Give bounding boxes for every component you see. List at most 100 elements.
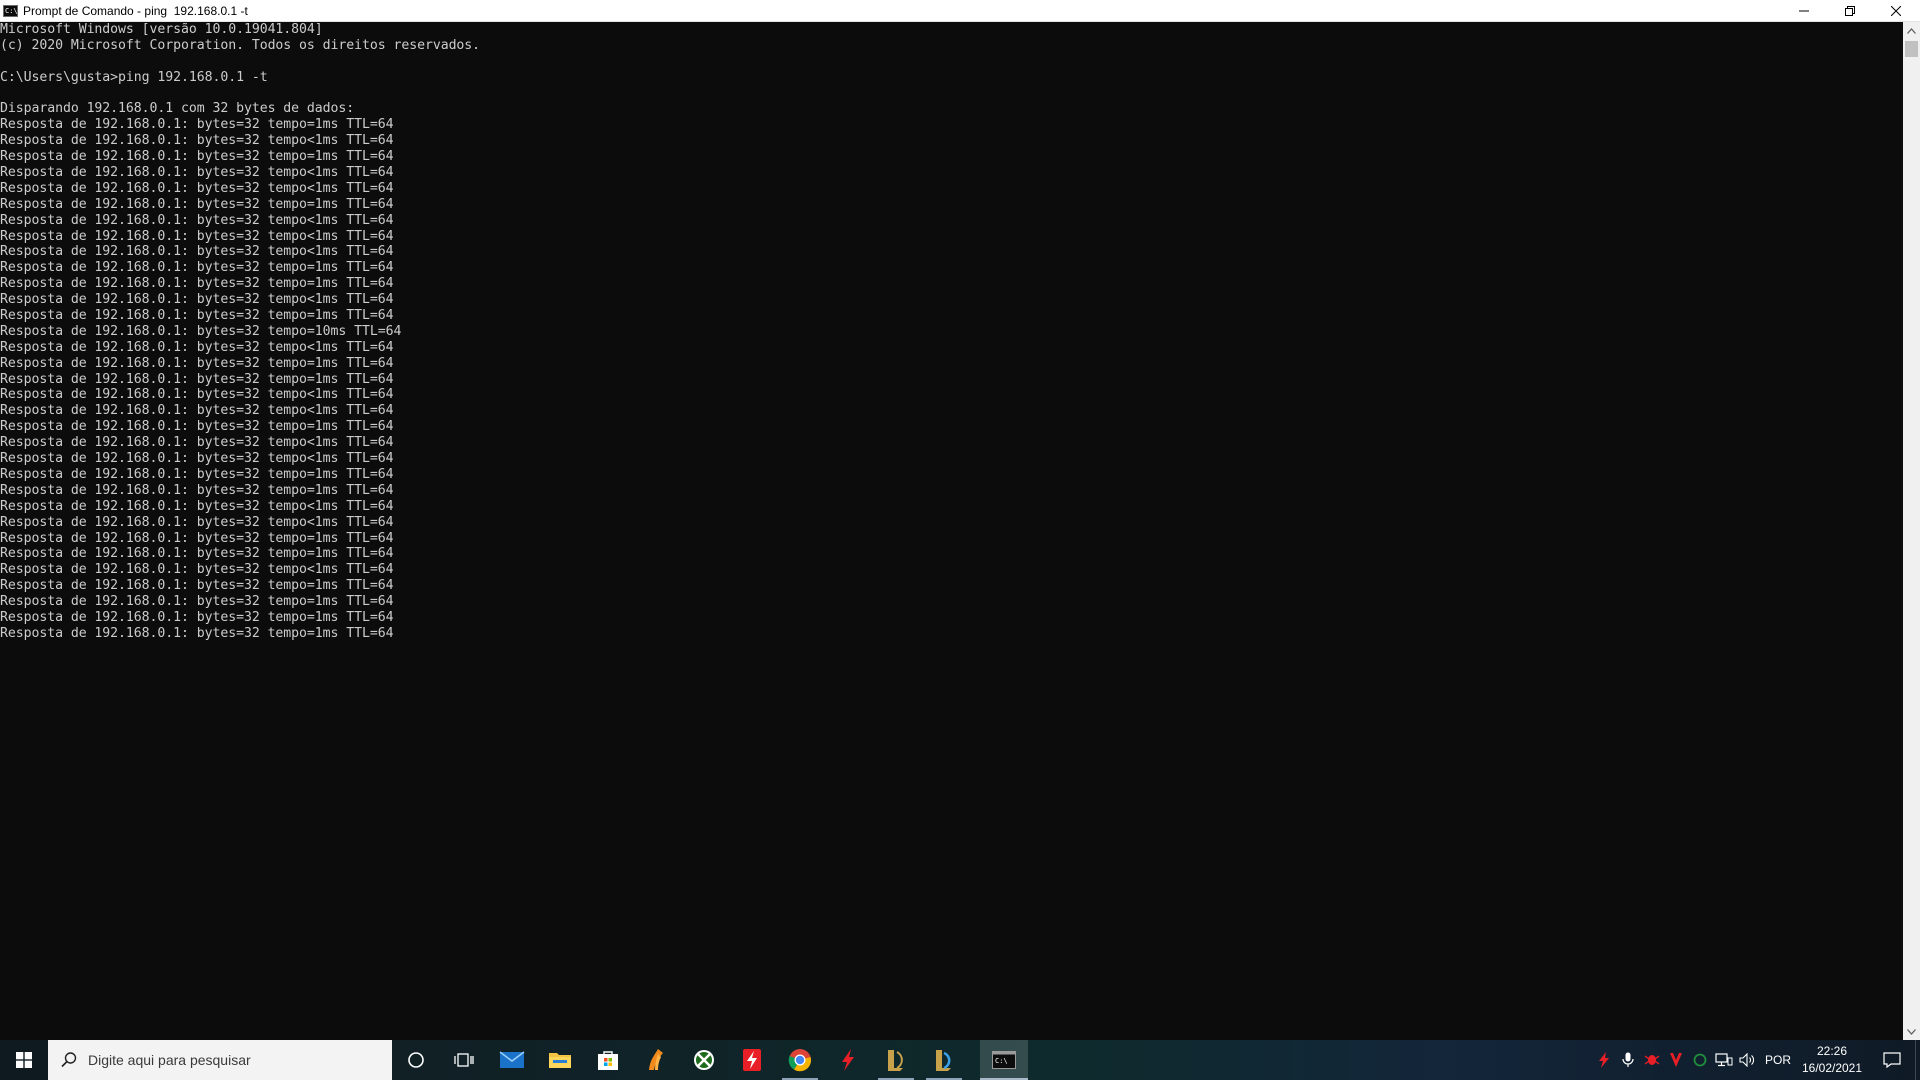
console-line: Resposta de 192.168.0.1: bytes=32 tempo<… bbox=[0, 244, 394, 260]
cortana-button[interactable] bbox=[392, 1040, 440, 1080]
restore-button[interactable] bbox=[1827, 0, 1873, 22]
console-line: Disparando 192.168.0.1 com 32 bytes de d… bbox=[0, 101, 355, 117]
mail-button[interactable] bbox=[488, 1040, 536, 1080]
console-line: Resposta de 192.168.0.1: bytes=32 tempo<… bbox=[0, 435, 394, 451]
svg-text:C:\: C:\ bbox=[995, 1057, 1008, 1065]
console-line: Resposta de 192.168.0.1: bytes=32 tempo=… bbox=[0, 149, 394, 165]
tray-network[interactable] bbox=[1715, 1052, 1733, 1068]
store-bag-icon bbox=[598, 1051, 618, 1070]
store-button[interactable] bbox=[584, 1040, 632, 1080]
restore-icon bbox=[1845, 6, 1855, 16]
red-bug-icon bbox=[1644, 1055, 1660, 1065]
search-box[interactable]: Digite aqui para pesquisar bbox=[48, 1040, 392, 1080]
minimize-icon bbox=[1799, 10, 1809, 12]
close-button[interactable] bbox=[1873, 0, 1919, 22]
xbox-icon bbox=[694, 1050, 714, 1070]
screen: C:\ Prompt de Comando - ping 192.168.0.1… bbox=[0, 0, 1920, 1080]
tray-red-bug[interactable] bbox=[1643, 1052, 1661, 1068]
tray-red-bolt[interactable] bbox=[1595, 1052, 1613, 1068]
command-prompt-taskbar-button[interactable]: C:\ bbox=[980, 1040, 1028, 1080]
console-output[interactable]: Microsoft Windows [versão 10.0.19041.804… bbox=[0, 22, 1903, 642]
red-antivirus-icon bbox=[1670, 1053, 1682, 1067]
minimize-button[interactable] bbox=[1781, 0, 1827, 22]
green-circle-icon bbox=[1693, 1053, 1707, 1067]
console-line: Resposta de 192.168.0.1: bytes=32 tempo<… bbox=[0, 292, 394, 308]
console-line: Resposta de 192.168.0.1: bytes=32 tempo=… bbox=[0, 594, 394, 610]
task-view-icon bbox=[454, 1053, 474, 1067]
console-line: Resposta de 192.168.0.1: bytes=32 tempo=… bbox=[0, 276, 394, 292]
app-red-bolt-button[interactable] bbox=[728, 1040, 776, 1080]
search-placeholder: Digite aqui para pesquisar bbox=[88, 1052, 251, 1068]
red-bolt-tray-icon bbox=[1599, 1052, 1609, 1068]
app-flame-button[interactable] bbox=[632, 1040, 680, 1080]
console-line: Resposta de 192.168.0.1: bytes=32 tempo<… bbox=[0, 180, 394, 196]
network-icon bbox=[1715, 1053, 1733, 1067]
console-line: Resposta de 192.168.0.1: bytes=32 tempo=… bbox=[0, 466, 394, 482]
console-line: Resposta de 192.168.0.1: bytes=32 tempo<… bbox=[0, 339, 394, 355]
notification-center-button[interactable] bbox=[1872, 1040, 1912, 1080]
chrome-button[interactable] bbox=[776, 1040, 824, 1080]
console-line: Resposta de 192.168.0.1: bytes=32 tempo=… bbox=[0, 355, 394, 371]
cortana-circle-icon bbox=[408, 1052, 424, 1068]
tray-red-antivirus[interactable] bbox=[1667, 1052, 1685, 1068]
chrome-icon bbox=[788, 1049, 812, 1072]
tray-microphone[interactable] bbox=[1619, 1052, 1637, 1068]
league-client-2-button[interactable] bbox=[920, 1040, 968, 1080]
microphone-icon bbox=[1622, 1052, 1634, 1067]
volume-icon bbox=[1739, 1053, 1754, 1067]
console-line: Resposta de 192.168.0.1: bytes=32 tempo=… bbox=[0, 323, 402, 339]
console-line: Resposta de 192.168.0.1: bytes=32 tempo=… bbox=[0, 260, 394, 276]
console-line: Resposta de 192.168.0.1: bytes=32 tempo=… bbox=[0, 609, 394, 625]
scroll-down-button[interactable] bbox=[1903, 1023, 1920, 1040]
scroll-down-arrow-icon bbox=[1907, 1028, 1916, 1035]
console-line: Resposta de 192.168.0.1: bytes=32 tempo=… bbox=[0, 117, 394, 133]
console-line: Resposta de 192.168.0.1: bytes=32 tempo=… bbox=[0, 308, 394, 324]
scroll-thumb[interactable] bbox=[1905, 41, 1918, 57]
console-line: C:\Users\gusta>ping 192.168.0.1 -t bbox=[0, 69, 268, 85]
console-line: Resposta de 192.168.0.1: bytes=32 tempo=… bbox=[0, 371, 394, 387]
clock-date[interactable]: 16/02/2021 bbox=[1795, 1061, 1869, 1075]
windows-start-icon bbox=[16, 1052, 32, 1068]
app-red-bolt-2-button[interactable] bbox=[824, 1040, 872, 1080]
scroll-up-button[interactable] bbox=[1903, 22, 1920, 39]
console-area[interactable]: Microsoft Windows [versão 10.0.19041.804… bbox=[0, 22, 1903, 1040]
taskbar: Digite aqui para pesquisar C:\ POR 22:26… bbox=[0, 1040, 1920, 1080]
tray-green-circle[interactable] bbox=[1691, 1052, 1709, 1068]
clock-time[interactable]: 22:26 bbox=[1795, 1044, 1869, 1058]
console-line: Resposta de 192.168.0.1: bytes=32 tempo<… bbox=[0, 387, 394, 403]
scroll-up-arrow-icon bbox=[1907, 27, 1916, 34]
command-prompt-icon: C:\ bbox=[3, 5, 18, 17]
console-line: Resposta de 192.168.0.1: bytes=32 tempo=… bbox=[0, 419, 394, 435]
console-line: Microsoft Windows [versão 10.0.19041.804… bbox=[0, 22, 323, 37]
console-line: Resposta de 192.168.0.1: bytes=32 tempo<… bbox=[0, 133, 394, 149]
flame-icon bbox=[649, 1049, 663, 1070]
console-line: Resposta de 192.168.0.1: bytes=32 tempo<… bbox=[0, 165, 394, 181]
league-icon bbox=[888, 1050, 903, 1071]
console-line: Resposta de 192.168.0.1: bytes=32 tempo=… bbox=[0, 196, 394, 212]
folder-icon bbox=[549, 1053, 571, 1068]
window-title: Prompt de Comando - ping 192.168.0.1 -t bbox=[23, 4, 248, 18]
console-line: (c) 2020 Microsoft Corporation. Todos os… bbox=[0, 37, 481, 53]
input-language[interactable]: POR bbox=[1765, 1053, 1791, 1067]
show-desktop-button[interactable] bbox=[1915, 1040, 1920, 1080]
start-button[interactable] bbox=[0, 1040, 48, 1080]
notification-icon bbox=[1883, 1052, 1901, 1068]
console-line: Resposta de 192.168.0.1: bytes=32 tempo<… bbox=[0, 228, 394, 244]
title-bar[interactable]: C:\ Prompt de Comando - ping 192.168.0.1… bbox=[0, 0, 1920, 22]
tray-volume[interactable] bbox=[1739, 1052, 1757, 1068]
terminal-icon: C:\ bbox=[992, 1051, 1016, 1069]
file-explorer-button[interactable] bbox=[536, 1040, 584, 1080]
console-line: Resposta de 192.168.0.1: bytes=32 tempo=… bbox=[0, 482, 394, 498]
league-client-button[interactable] bbox=[872, 1040, 920, 1080]
console-line: Resposta de 192.168.0.1: bytes=32 tempo=… bbox=[0, 530, 394, 546]
console-line: Resposta de 192.168.0.1: bytes=32 tempo<… bbox=[0, 498, 394, 514]
task-view-button[interactable] bbox=[440, 1040, 488, 1080]
console-line: Resposta de 192.168.0.1: bytes=32 tempo=… bbox=[0, 625, 394, 641]
console-line: Resposta de 192.168.0.1: bytes=32 tempo=… bbox=[0, 578, 394, 594]
league-icon-2 bbox=[936, 1050, 951, 1071]
xbox-button[interactable] bbox=[680, 1040, 728, 1080]
vertical-scrollbar[interactable] bbox=[1903, 22, 1920, 1040]
mail-icon bbox=[499, 1051, 525, 1068]
